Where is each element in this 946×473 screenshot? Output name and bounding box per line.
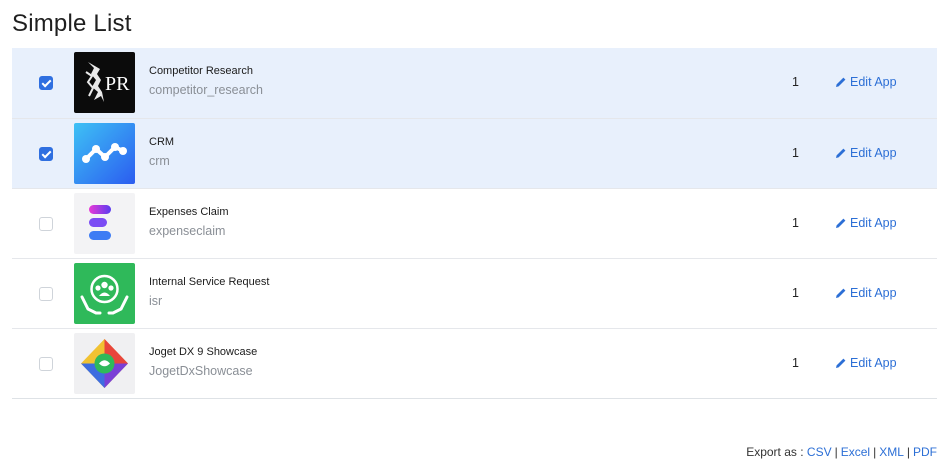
edit-app-label: Edit App <box>850 146 897 160</box>
app-list: PR Competitor Research competitor_resear… <box>12 48 937 399</box>
export-pdf-link[interactable]: PDF <box>913 445 937 459</box>
edit-app-link[interactable]: Edit App <box>835 75 897 89</box>
app-id: isr <box>149 294 163 308</box>
edit-app-link[interactable]: Edit App <box>835 216 897 230</box>
pencil-icon <box>836 218 846 228</box>
export-excel-link[interactable]: Excel <box>841 445 870 459</box>
app-count: 1 <box>792 146 799 160</box>
app-count: 1 <box>792 75 799 89</box>
svg-text:PR: PR <box>105 73 130 95</box>
app-name: CRM <box>149 136 175 148</box>
pencil-icon <box>836 148 846 158</box>
pencil-icon <box>836 77 846 87</box>
list-row[interactable]: Expenses Claim expenseclaim 1 Edit App <box>12 188 937 258</box>
app-count: 1 <box>792 286 799 300</box>
app-name: Expenses Claim <box>149 206 229 218</box>
app-name: Internal Service Request <box>149 276 270 288</box>
edit-app-label: Edit App <box>850 75 897 89</box>
export-separator: | <box>873 445 877 459</box>
service-hands-icon <box>74 263 135 324</box>
app-id: crm <box>149 154 170 168</box>
crm-wave-icon <box>74 123 135 184</box>
joget-showcase-icon <box>74 333 135 394</box>
row-checkbox[interactable] <box>39 287 53 301</box>
app-id: expenseclaim <box>149 224 226 238</box>
app-name: Competitor Research <box>149 65 253 77</box>
list-row[interactable]: Joget DX 9 Showcase JogetDxShowcase 1 Ed… <box>12 328 937 398</box>
edit-app-label: Edit App <box>850 286 897 300</box>
export-csv-link[interactable]: CSV <box>807 445 832 459</box>
page-title: Simple List <box>12 10 132 37</box>
edit-app-link[interactable]: Edit App <box>835 286 897 300</box>
list-row[interactable]: Internal Service Request isr 1 Edit App <box>12 258 937 328</box>
export-separator: | <box>906 445 910 459</box>
export-separator: | <box>834 445 838 459</box>
app-count: 1 <box>792 216 799 230</box>
app-id: JogetDxShowcase <box>149 364 253 378</box>
row-checkbox[interactable] <box>39 217 53 231</box>
app-name: Joget DX 9 Showcase <box>149 346 258 358</box>
pr-lion-icon: PR <box>74 52 135 113</box>
app-id: competitor_research <box>149 83 263 97</box>
row-checkbox[interactable] <box>39 76 53 90</box>
export-label: Export as : <box>746 445 804 459</box>
list-row[interactable]: PR Competitor Research competitor_resear… <box>12 48 937 118</box>
export-bar: Export as : CSV | Excel | XML | PDF <box>746 445 937 459</box>
expense-e-icon <box>74 193 135 254</box>
edit-app-link[interactable]: Edit App <box>835 146 897 160</box>
row-checkbox[interactable] <box>39 147 53 161</box>
edit-app-link[interactable]: Edit App <box>835 356 897 370</box>
edit-app-label: Edit App <box>850 356 897 370</box>
edit-app-label: Edit App <box>850 216 897 230</box>
pencil-icon <box>836 358 846 368</box>
export-xml-link[interactable]: XML <box>879 445 904 459</box>
app-count: 1 <box>792 356 799 370</box>
list-row[interactable]: CRM crm 1 Edit App <box>12 118 937 188</box>
row-checkbox[interactable] <box>39 357 53 371</box>
pencil-icon <box>836 288 846 298</box>
